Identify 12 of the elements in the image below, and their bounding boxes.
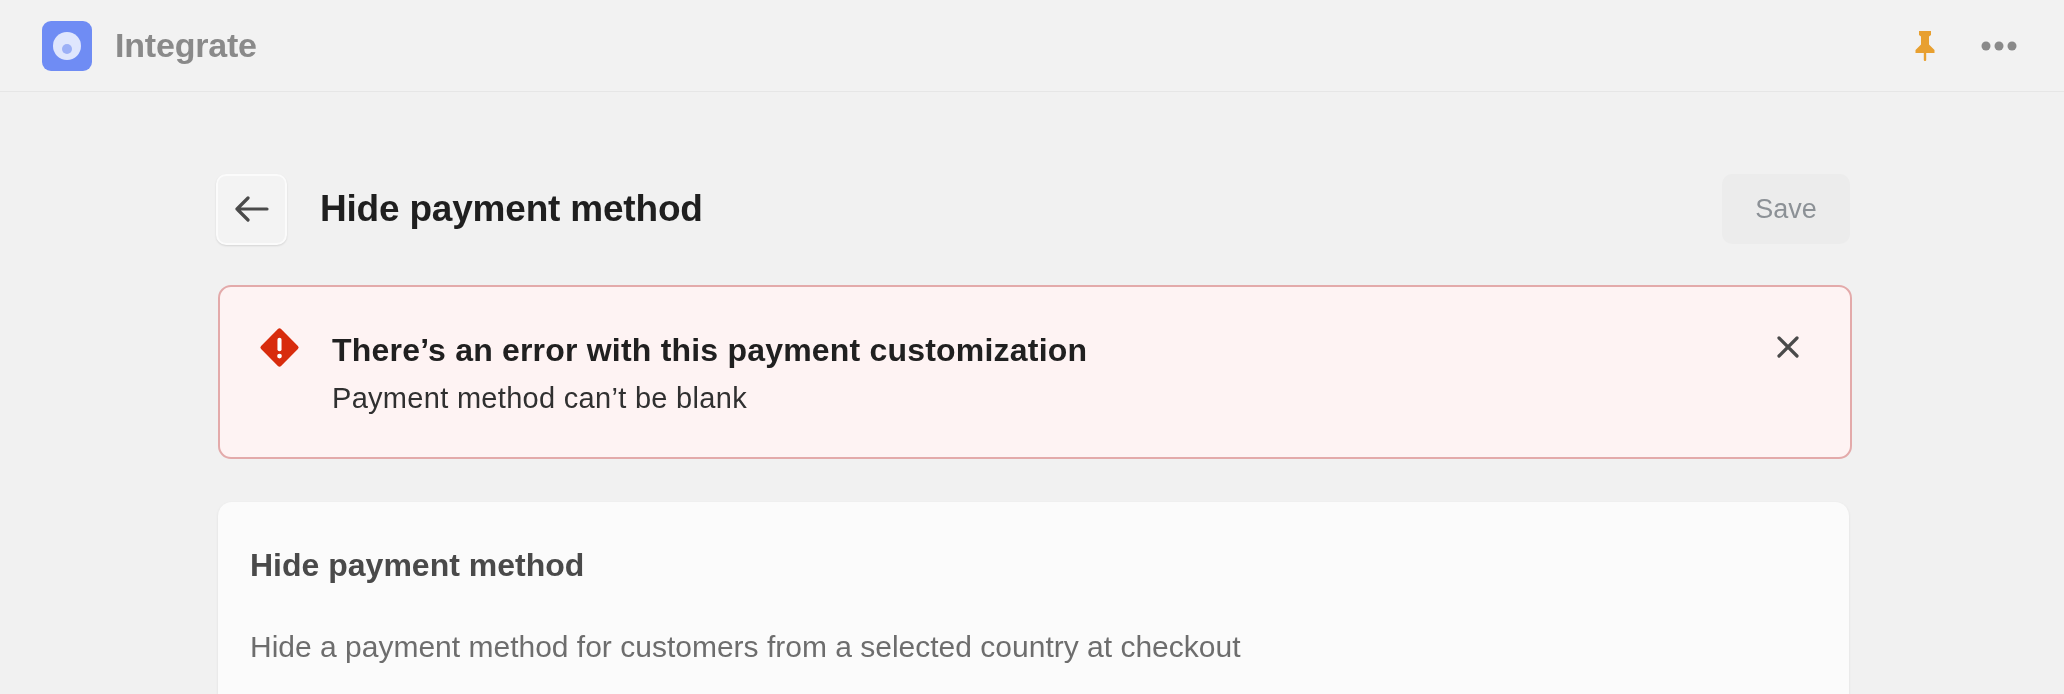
close-icon — [1777, 336, 1799, 358]
card-title: Hide payment method — [250, 547, 585, 583]
banner-title: There’s an error with this payment customization — [332, 332, 1088, 368]
card-description: Hide a payment method for customers from a selected country at checkout — [250, 631, 1241, 663]
page-title: Hide payment method — [320, 188, 703, 230]
banner-message: Payment method can’t be blank — [332, 381, 747, 415]
more-icon[interactable] — [1981, 40, 2017, 51]
back-button[interactable] — [216, 173, 287, 245]
app-name: Integrate — [115, 26, 257, 65]
alert-diamond-icon — [259, 327, 300, 368]
arrow-left-icon — [234, 196, 269, 222]
app-logo-icon — [42, 20, 92, 71]
